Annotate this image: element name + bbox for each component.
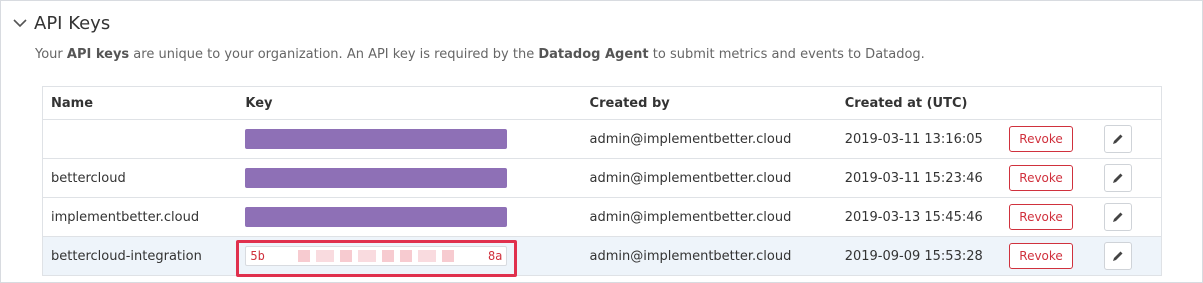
masked-api-key (245, 129, 508, 149)
edit-button[interactable] (1103, 203, 1132, 231)
key-name: bettercloud (42, 158, 246, 198)
revoke-button[interactable]: Revoke (1009, 126, 1074, 152)
desc-text: are unique to your organization. An API … (129, 47, 539, 62)
column-header-name: Name (42, 86, 246, 120)
api-keys-table: Name Key Created by Created at (UTC) adm… (42, 86, 1162, 276)
key-name: bettercloud-integration (42, 236, 246, 276)
pencil-icon (1112, 134, 1123, 144)
created-by: admin@implementbetter.cloud (589, 197, 845, 237)
revoke-button[interactable]: Revoke (1009, 165, 1074, 191)
section-description: Your API keys are unique to your organiz… (35, 47, 925, 62)
revoke-button[interactable]: Revoke (1009, 243, 1074, 269)
column-header-created-by: Created by (589, 86, 845, 120)
created-by: admin@implementbetter.cloud (589, 158, 845, 198)
desc-strong-datadog-agent: Datadog Agent (538, 47, 649, 62)
chevron-down-icon[interactable] (12, 15, 28, 31)
edit-button[interactable] (1103, 125, 1132, 153)
created-at: 2019-03-13 15:45:46 (844, 197, 1010, 237)
desc-strong-api-keys: API keys (66, 47, 130, 62)
table-row: implementbetter.cloud admin@implementbet… (42, 197, 1162, 237)
key-name: implementbetter.cloud (42, 197, 246, 237)
section-header[interactable]: API Keys (12, 10, 110, 36)
pencil-icon (1112, 212, 1123, 222)
desc-text: Your (35, 47, 67, 62)
table-row: bettercloud admin@implementbetter.cloud … (42, 158, 1162, 198)
column-header-edit (1103, 86, 1162, 120)
created-by: admin@implementbetter.cloud (589, 236, 845, 276)
created-by: admin@implementbetter.cloud (589, 119, 845, 159)
highlight-box (236, 240, 517, 277)
table-header-row: Name Key Created by Created at (UTC) (42, 86, 1162, 120)
edit-button[interactable] (1103, 164, 1132, 192)
created-at: 2019-09-09 15:53:28 (844, 236, 1010, 276)
table-row: admin@implementbetter.cloud 2019-03-11 1… (42, 119, 1162, 159)
column-header-key: Key (245, 86, 590, 120)
desc-text: to submit metrics and events to Datadog. (648, 47, 925, 62)
key-name (42, 119, 246, 159)
table-row: bettercloud-integration 5b 8a admin@impl… (42, 236, 1162, 276)
masked-api-key (245, 168, 508, 188)
column-header-revoke (1009, 86, 1104, 120)
section-title: API Keys (34, 12, 111, 34)
edit-button[interactable] (1103, 242, 1132, 270)
revoke-button[interactable]: Revoke (1009, 204, 1074, 230)
pencil-icon (1112, 173, 1123, 183)
masked-api-key (245, 207, 508, 227)
pencil-icon (1112, 251, 1123, 261)
created-at: 2019-03-11 13:16:05 (844, 119, 1010, 159)
column-header-created-at: Created at (UTC) (844, 86, 1010, 120)
created-at: 2019-03-11 15:23:46 (844, 158, 1010, 198)
